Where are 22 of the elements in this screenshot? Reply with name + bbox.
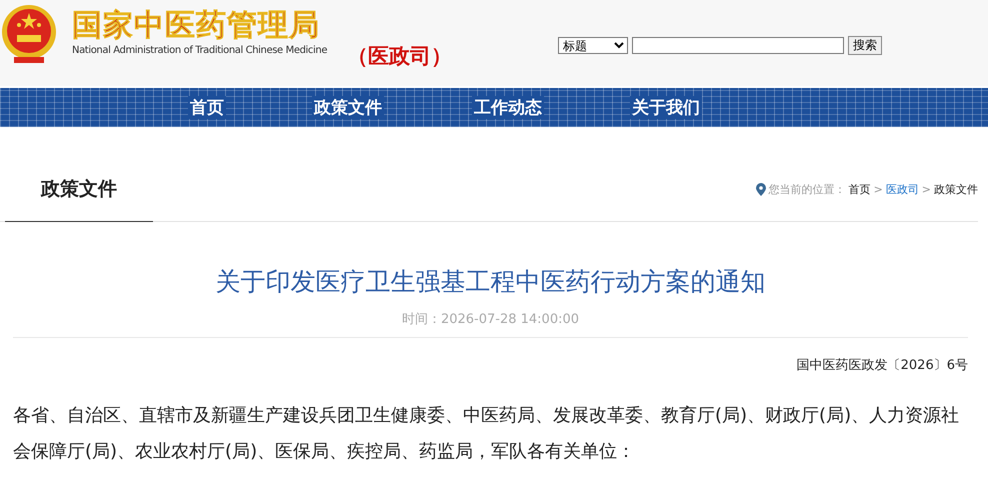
agency-name: 国家中医药管理局 <box>72 8 321 44</box>
article-paragraph: 各省、自治区、直辖市及新疆生产建设兵团卫生健康委、中医药局、发展改革委、教育厅(局)、财政厅(局)、人力资源社会保障厅(局)、农业农村厅(局)、医保局、疾控局、药监局，军队各有关单位： <box>13 404 960 464</box>
nav-link[interactable]: 政策文件 <box>312 96 384 119</box>
nav-link[interactable]: 关于我们 <box>630 96 702 119</box>
nav-link[interactable]: 首页 <box>188 96 226 119</box>
publish-time: 时间：2026-07-28 14:00:00 <box>400 311 580 328</box>
document-number: 国中医药医政发〔2026〕6号 <box>796 357 968 374</box>
breadcrumb-label: 您当前的位置： <box>768 182 846 196</box>
agency-name-english: National Administration of Traditional Chinese Medicine <box>72 44 328 58</box>
breadcrumb-link[interactable]: 医政司 <box>886 182 919 196</box>
breadcrumb-separator: > <box>922 182 931 196</box>
article-title: 关于印发医疗卫生强基工程中医药行动方案的通知 <box>214 266 766 298</box>
search-scope-dropdown[interactable]: 标题 <box>558 37 628 54</box>
breadcrumb-separator: > <box>874 182 883 196</box>
department-name: （医政司） <box>347 43 452 70</box>
breadcrumb-link[interactable]: 政策文件 <box>934 182 978 196</box>
search-button[interactable]: 搜索 <box>848 36 882 55</box>
breadcrumb-link[interactable]: 首页 <box>848 182 871 196</box>
emblem-icon <box>0 3 58 65</box>
nav-link[interactable]: 工作动态 <box>472 96 544 119</box>
location-pin-icon <box>756 182 766 196</box>
search-field[interactable] <box>632 37 844 54</box>
